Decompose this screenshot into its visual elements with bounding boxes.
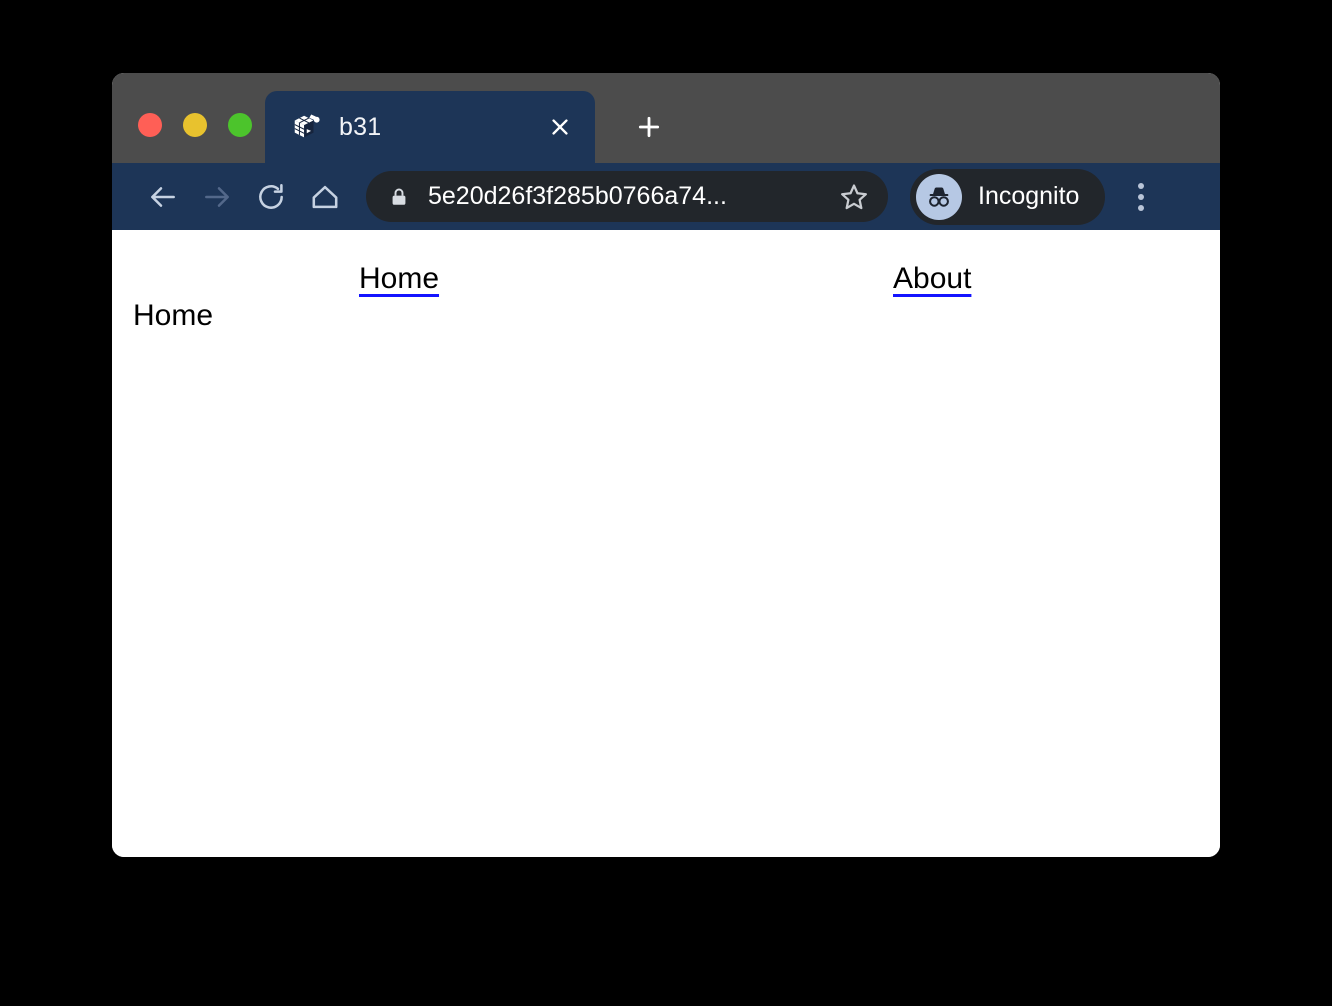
cube-favicon xyxy=(291,112,321,142)
nav-link-home[interactable]: Home xyxy=(359,264,439,294)
address-bar[interactable]: 5e20d26f3f285b0766a74... xyxy=(366,171,888,222)
menu-dot xyxy=(1138,182,1145,189)
screen: b31 5e20d26f3f285b0766a74... Incognito H… xyxy=(0,0,1332,1006)
home-icon[interactable] xyxy=(298,170,352,224)
page-viewport: Home About Home xyxy=(112,230,1220,857)
page-title: Home xyxy=(133,299,214,332)
browser-toolbar: 5e20d26f3f285b0766a74... Incognito xyxy=(112,163,1220,230)
profile-label: Incognito xyxy=(978,182,1080,210)
window-controls xyxy=(138,113,252,137)
three-dot-menu-icon[interactable] xyxy=(1121,174,1161,220)
menu-dot xyxy=(1138,193,1145,200)
close-window-button[interactable] xyxy=(138,113,162,137)
maximize-window-button[interactable] xyxy=(228,113,252,137)
plus-icon[interactable] xyxy=(627,105,671,149)
browser-window: b31 5e20d26f3f285b0766a74... Incognito H… xyxy=(112,73,1220,857)
incognito-icon xyxy=(916,173,962,220)
profile-incognito-button[interactable]: Incognito xyxy=(910,168,1106,225)
menu-dot xyxy=(1138,204,1145,211)
lock-icon xyxy=(388,186,410,208)
address-bar-url[interactable]: 5e20d26f3f285b0766a74... xyxy=(428,184,834,209)
tab-b31[interactable]: b31 xyxy=(265,91,595,163)
nav-link-about[interactable]: About xyxy=(893,264,971,294)
reload-icon[interactable] xyxy=(244,170,298,224)
minimize-window-button[interactable] xyxy=(183,113,207,137)
tab-strip: b31 xyxy=(112,73,1220,163)
page-navigation: Home About xyxy=(112,230,1220,294)
forward-arrow-icon xyxy=(190,170,244,224)
back-arrow-icon[interactable] xyxy=(136,170,190,224)
close-icon[interactable] xyxy=(543,110,577,144)
star-icon[interactable] xyxy=(834,177,874,217)
